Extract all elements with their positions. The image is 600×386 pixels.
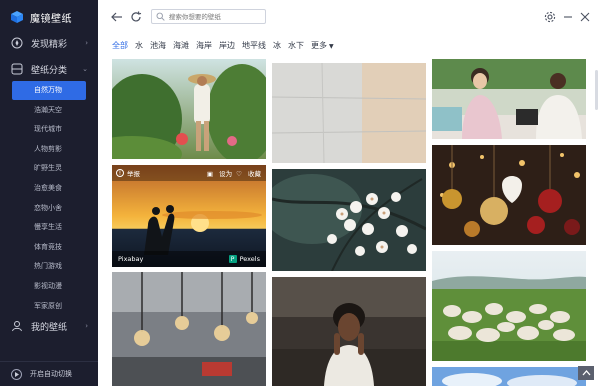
wallpaper-card[interactable]: [272, 63, 426, 163]
tab-all[interactable]: 全部: [112, 40, 128, 51]
nav-my-wallpaper-label: 我的壁纸: [31, 322, 68, 333]
scrollbar[interactable]: [595, 70, 598, 110]
search-box[interactable]: [151, 9, 266, 24]
app-window: 魔镜壁纸 发现精彩 › 壁纸分类 ⌄ 自然万物 浩瀚天空 现代城市 人物剪影 旷…: [0, 0, 600, 386]
category-item-sky[interactable]: 浩瀚天空: [0, 101, 98, 120]
auto-switch-label: 开启自动切换: [30, 370, 72, 378]
wallpaper-card[interactable]: [112, 59, 266, 159]
wallpaper-image: [432, 367, 586, 386]
nav-discover-label: 发现精彩: [31, 39, 68, 50]
chevron-up-icon: [582, 370, 590, 376]
wallpaper-card[interactable]: ! 举报 ▣ 设为 ♡ 收藏 Pixabay P Pexels: [112, 165, 266, 267]
refresh-icon[interactable]: [129, 10, 143, 24]
card-top-overlay: ! 举报 ▣ 设为 ♡ 收藏: [112, 165, 266, 181]
favorite-button[interactable]: ♡ 收藏: [236, 168, 261, 178]
wallpaper-grid: ! 举报 ▣ 设为 ♡ 收藏 Pixabay P Pexels: [112, 59, 586, 386]
cube-logo-icon: [11, 11, 23, 23]
gear-icon[interactable]: [543, 10, 557, 24]
compass-icon: [11, 37, 23, 49]
wallpaper-image: [272, 63, 426, 163]
category-tabs: 全部 水 池海 海滩 海岸 岸边 地平线 冰 水下 更多 ▼: [112, 38, 341, 52]
tab-coast[interactable]: 海岸: [196, 40, 212, 51]
tab-ice[interactable]: 冰: [273, 40, 281, 51]
set-wallpaper-button[interactable]: ▣ 设为: [207, 168, 232, 178]
search-icon: [156, 12, 165, 21]
grid-icon: [11, 63, 23, 75]
chevron-right-icon: ›: [85, 322, 88, 330]
wallpaper-image: [112, 272, 266, 386]
tab-beach[interactable]: 海滩: [173, 40, 189, 51]
tab-more-label: 更多: [311, 40, 327, 50]
category-item-objects[interactable]: 恋物小舍: [0, 199, 98, 218]
nav-category[interactable]: 壁纸分类 ⌄: [0, 59, 98, 79]
category-item-games[interactable]: 热门游戏: [0, 257, 98, 276]
wallpaper-card[interactable]: [112, 272, 266, 386]
set-label: 设为: [219, 170, 233, 178]
category-list: 自然万物 浩瀚天空 现代城市 人物剪影 旷野生灵 治愈美食 恋物小舍 慢享生活 …: [0, 81, 98, 316]
report-button[interactable]: ! 举报: [116, 168, 140, 178]
nav-discover[interactable]: 发现精彩 ›: [0, 33, 98, 53]
card-bottom-overlay: Pixabay P Pexels: [112, 251, 266, 267]
sidebar: 魔镜壁纸 发现精彩 › 壁纸分类 ⌄ 自然万物 浩瀚天空 现代城市 人物剪影 旷…: [0, 0, 98, 386]
play-icon: [11, 368, 22, 380]
tab-sea[interactable]: 池海: [150, 40, 166, 51]
tab-water[interactable]: 水: [135, 40, 143, 51]
category-item-anime[interactable]: 影视动漫: [0, 277, 98, 296]
source-pexels[interactable]: P Pexels: [228, 255, 260, 263]
tab-more[interactable]: 更多 ▼: [311, 40, 334, 51]
wallpaper-image: [432, 59, 586, 139]
wallpaper-image: [432, 251, 586, 361]
category-item-food[interactable]: 治愈美食: [0, 179, 98, 198]
source-pexels-label: Pexels: [239, 255, 260, 263]
chevron-right-icon: ›: [85, 39, 88, 47]
category-item-original[interactable]: 军家原创: [0, 297, 98, 316]
category-item-city[interactable]: 现代城市: [0, 120, 98, 139]
user-icon: [12, 321, 22, 332]
chevron-down-icon: ⌄: [82, 65, 88, 73]
wallpaper-card[interactable]: [272, 169, 426, 271]
wallpaper-card[interactable]: [432, 59, 586, 139]
app-name: 魔镜壁纸: [30, 13, 72, 25]
wallpaper-image: [112, 59, 266, 159]
tab-horizon[interactable]: 地平线: [242, 40, 266, 51]
nav-category-label: 壁纸分类: [31, 65, 68, 76]
wallpaper-card[interactable]: [432, 367, 586, 386]
top-bar: [98, 0, 600, 34]
auto-switch-button[interactable]: 开启自动切换: [0, 361, 98, 386]
report-label: 举报: [127, 170, 140, 178]
back-arrow-icon[interactable]: [110, 10, 124, 24]
pexels-logo-icon: P: [228, 255, 237, 263]
tab-underwater[interactable]: 水下: [288, 40, 304, 51]
search-input[interactable]: [168, 12, 265, 21]
brand: 魔镜壁纸: [10, 8, 72, 26]
scroll-to-top-button[interactable]: [578, 366, 594, 380]
tab-shore[interactable]: 岸边: [219, 40, 235, 51]
category-item-nature[interactable]: 自然万物: [12, 81, 86, 100]
wallpaper-image: [272, 169, 426, 271]
category-item-sports[interactable]: 体育竞技: [0, 238, 98, 257]
wallpaper-card[interactable]: [432, 145, 586, 245]
wallpaper-image: [272, 277, 426, 386]
wallpaper-card[interactable]: [272, 277, 426, 386]
category-item-wildlife[interactable]: 旷野生灵: [0, 159, 98, 178]
category-item-people[interactable]: 人物剪影: [0, 140, 98, 159]
minimize-icon[interactable]: [561, 10, 575, 24]
source-pixabay[interactable]: Pixabay: [118, 255, 143, 263]
category-item-slow-life[interactable]: 慢享生活: [0, 218, 98, 237]
alert-icon: !: [116, 169, 124, 177]
nav-my-wallpaper[interactable]: 我的壁纸 ›: [0, 316, 98, 336]
wallpaper-image: [432, 145, 586, 245]
wallpaper-card[interactable]: [432, 251, 586, 361]
close-icon[interactable]: [578, 10, 592, 24]
favorite-label: 收藏: [248, 170, 261, 178]
card-actions: ▣ 设为 ♡ 收藏: [203, 168, 261, 178]
caret-down-icon: ▼: [329, 42, 334, 50]
